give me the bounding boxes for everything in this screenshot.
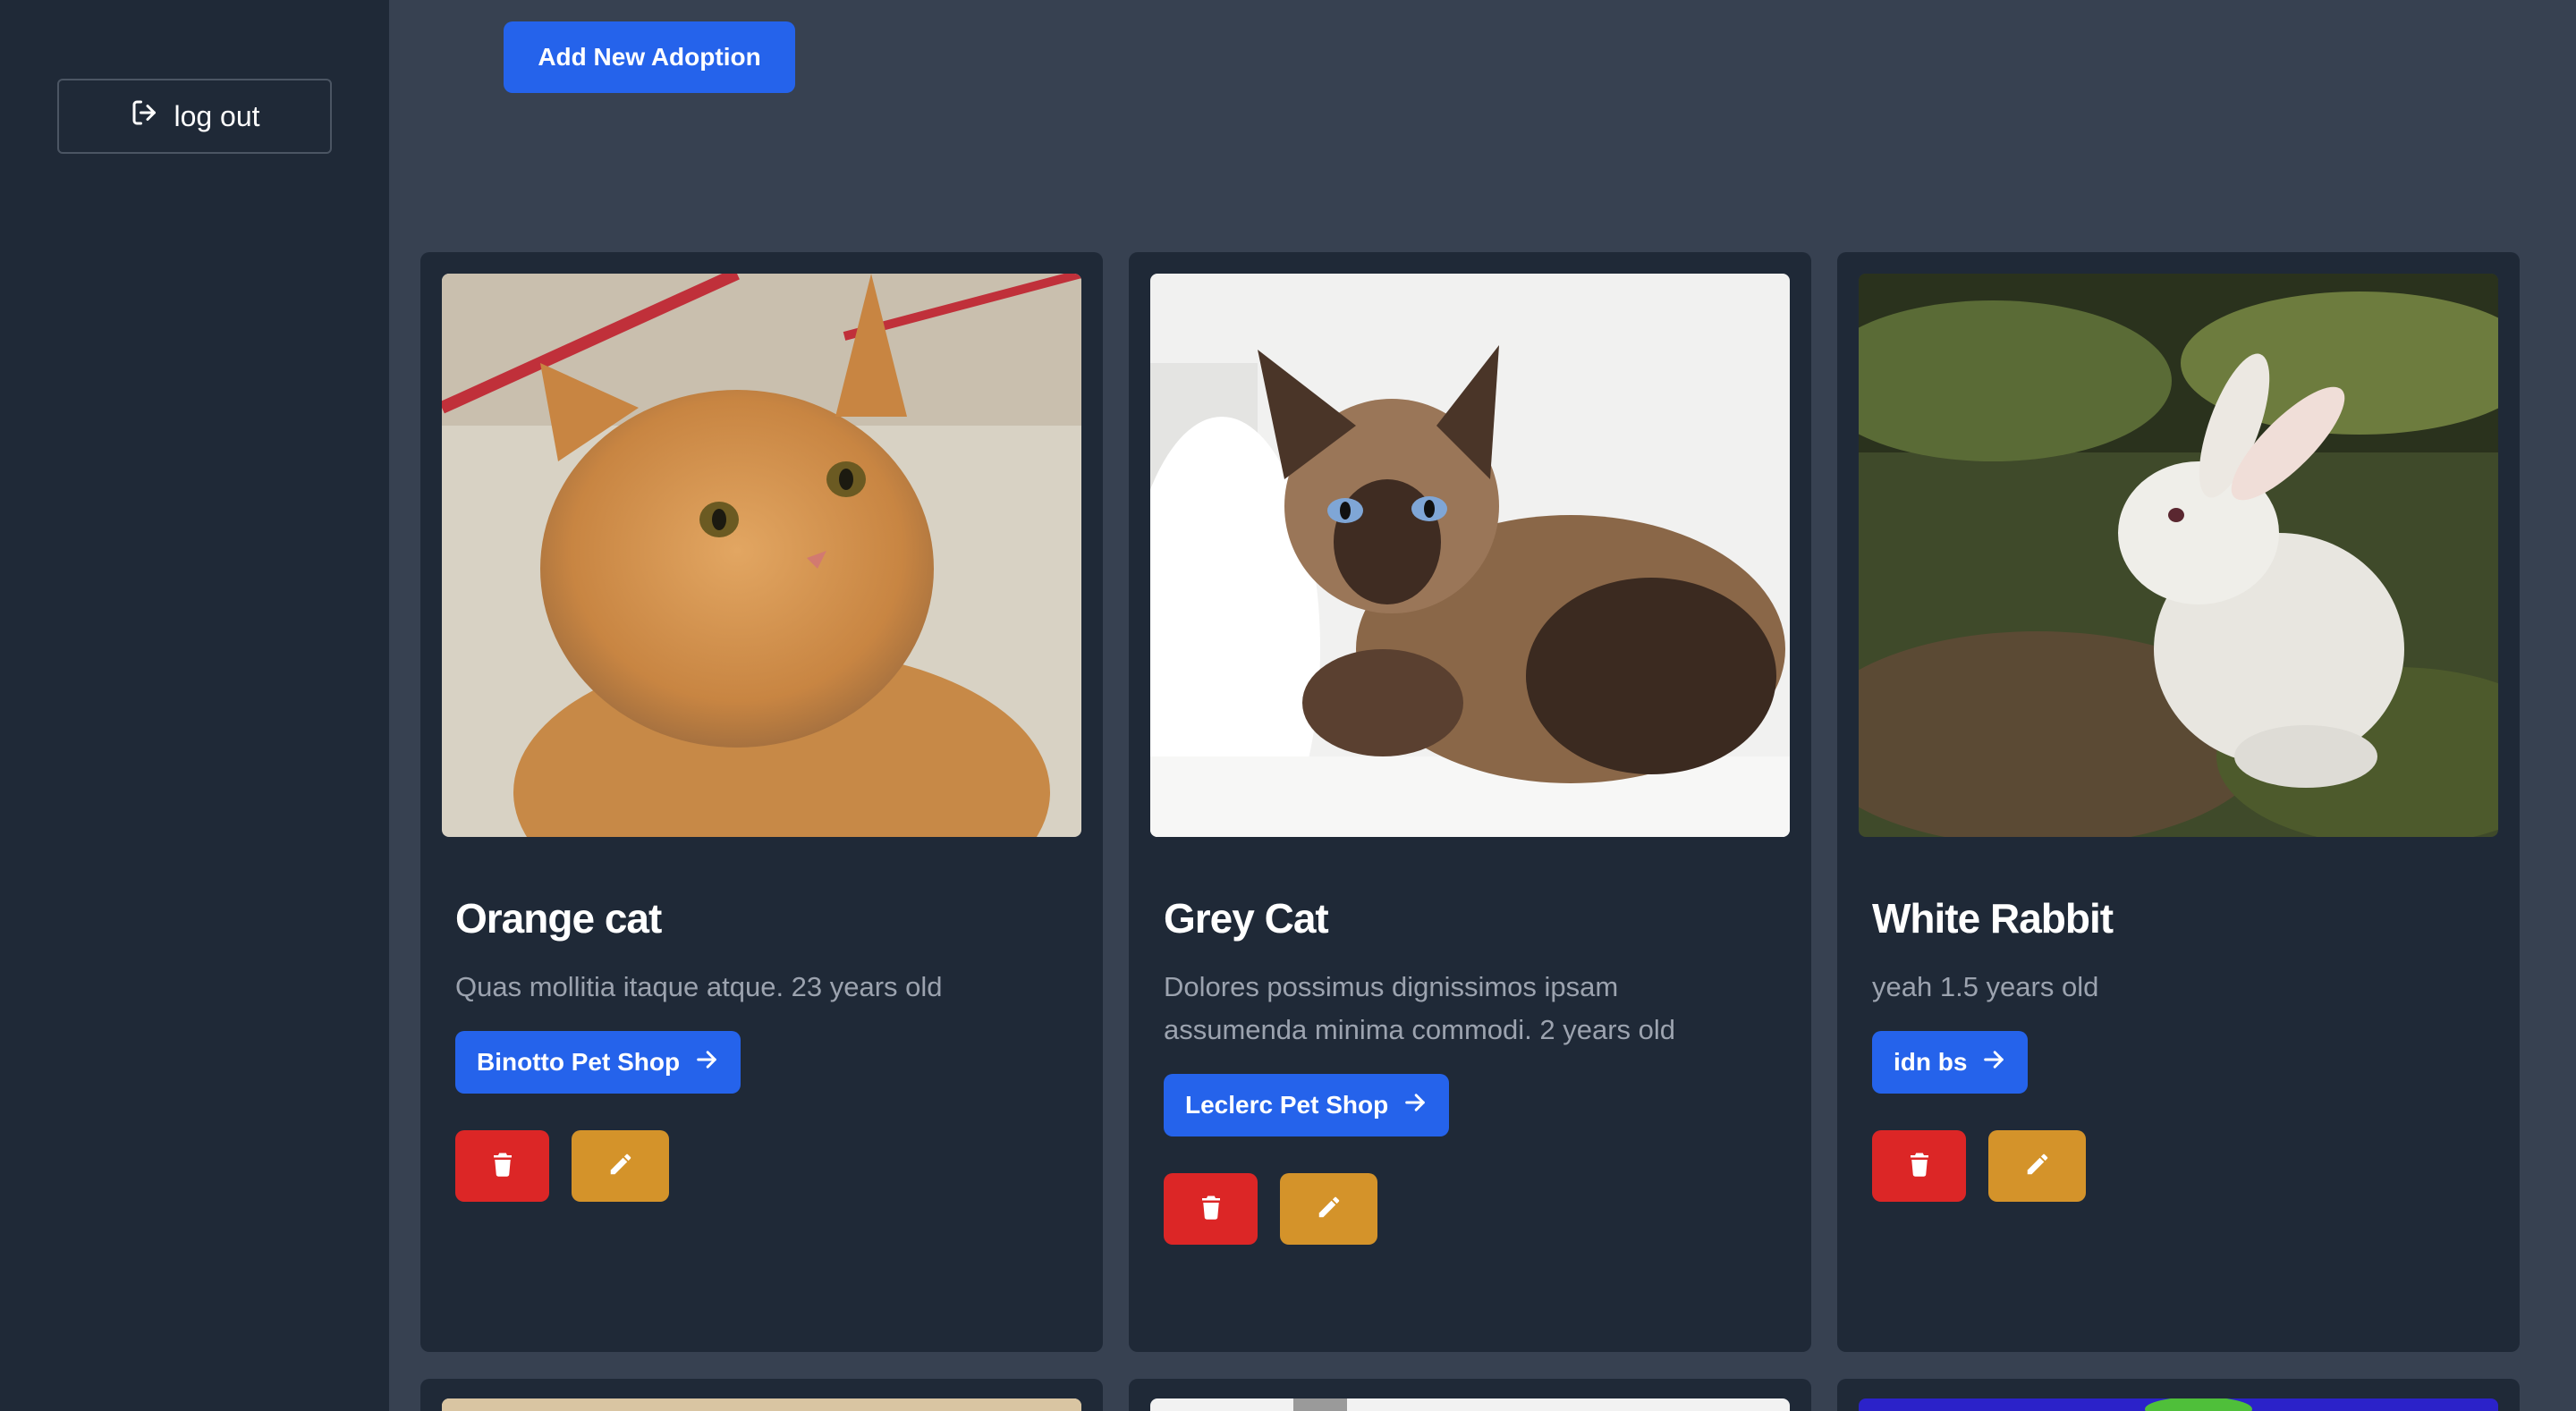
trash-icon	[1198, 1194, 1224, 1225]
arrow-right-icon	[694, 1047, 719, 1078]
pet-title: White Rabbit	[1872, 895, 2114, 942]
trash-icon	[1906, 1151, 1933, 1182]
pet-image	[1859, 1398, 2498, 1411]
logout-button[interactable]: log out	[57, 79, 332, 154]
arrow-right-icon	[1981, 1047, 2006, 1078]
pet-description: Quas mollitia itaque atque. 23 years old	[455, 971, 943, 1002]
edit-button[interactable]	[1988, 1130, 2086, 1202]
sidebar: log out	[0, 0, 389, 1411]
pet-image	[1859, 274, 2498, 837]
pet-title: Grey Cat	[1164, 895, 1329, 942]
shop-label: idn bs	[1894, 1048, 1968, 1076]
add-adoption-button[interactable]: Add New Adoption	[504, 21, 795, 93]
adoption-card: White Rabbit yeah 1.5 years old idn bs	[1837, 252, 2520, 1352]
pet-image	[1150, 1398, 1790, 1411]
pet-description: yeah 1.5 years old	[1872, 971, 2099, 1002]
shop-link-button[interactable]: idn bs	[1872, 1031, 2029, 1094]
trash-icon	[489, 1151, 516, 1182]
delete-button[interactable]	[455, 1130, 549, 1202]
logout-icon	[129, 97, 161, 136]
delete-button[interactable]	[1164, 1173, 1258, 1245]
logout-label: log out	[174, 99, 260, 132]
pencil-icon	[2024, 1151, 2051, 1182]
pet-image	[442, 274, 1081, 837]
shop-link-button[interactable]: Binotto Pet Shop	[455, 1031, 741, 1094]
arrow-right-icon	[1402, 1090, 1428, 1121]
pet-title: Orange cat	[455, 895, 662, 942]
adoption-card	[1837, 1379, 2520, 1411]
pet-image	[1150, 274, 1790, 837]
adoption-card: Grey Cat Dolores possimus dignissimos ip…	[1129, 252, 1811, 1352]
adoption-card: Orange cat Quas mollitia itaque atque. 2…	[420, 252, 1103, 1352]
edit-button[interactable]	[1280, 1173, 1377, 1245]
shop-label: Binotto Pet Shop	[477, 1048, 681, 1076]
pencil-icon	[1316, 1194, 1343, 1225]
pet-image	[442, 1398, 1081, 1411]
pencil-icon	[607, 1151, 634, 1182]
shop-label: Leclerc Pet Shop	[1185, 1091, 1389, 1119]
pet-description: Dolores possimus dignissimos ipsam assum…	[1164, 971, 1676, 1045]
shop-link-button[interactable]: Leclerc Pet Shop	[1164, 1074, 1450, 1136]
adoption-card	[1129, 1379, 1811, 1411]
adoption-card	[420, 1379, 1103, 1411]
app: log out Add New Adoption Orange cat Quas…	[0, 0, 2576, 1411]
delete-button[interactable]	[1872, 1130, 1966, 1202]
edit-button[interactable]	[572, 1130, 669, 1202]
